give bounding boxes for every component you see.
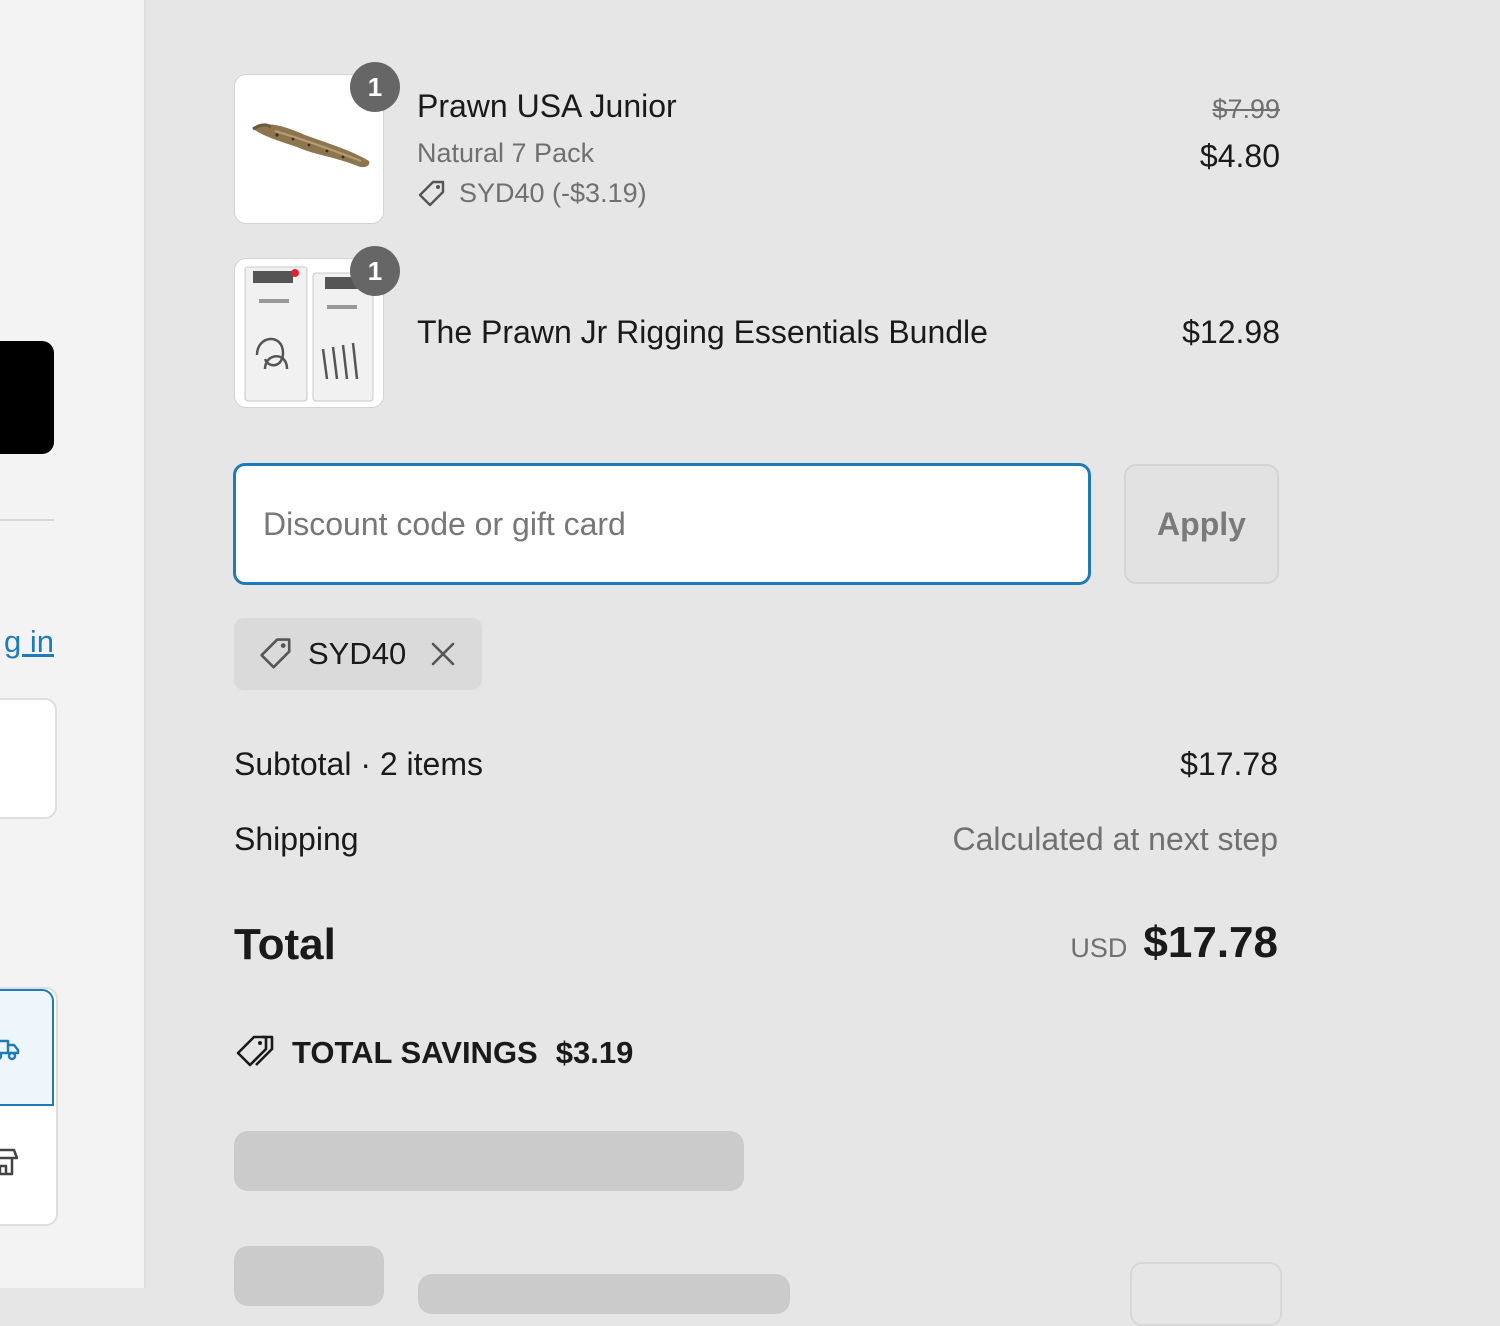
badge-icon [236, 1035, 274, 1067]
subtotal-label: Subtotal · 2 items [234, 746, 483, 782]
close-icon [431, 642, 455, 666]
loading-placeholder [234, 1246, 384, 1306]
item-price: $12.98 [1182, 314, 1280, 350]
compare-at-price: $7.99 [1212, 94, 1280, 124]
loading-placeholder [418, 1274, 790, 1314]
shipping-label: Shipping [234, 821, 359, 857]
apply-discount-button[interactable]: Apply [1124, 464, 1279, 584]
total-amount: USD $17.78 [1070, 918, 1278, 968]
quantity-badge: 1 [350, 62, 400, 112]
loading-placeholder [234, 1131, 744, 1191]
order-summary: 1 Prawn USA Junior Natural 7 Pack SYD40 … [0, 0, 1500, 1326]
shipping-value: Calculated at next step [952, 821, 1278, 857]
item-price: $4.80 [1199, 138, 1280, 174]
product-title: The Prawn Jr Rigging Essentials Bundle [417, 314, 988, 350]
item-discount-label: SYD40 (-$3.19) [459, 178, 647, 208]
subtotal-value: $17.78 [1180, 746, 1278, 782]
item-discount: SYD40 (-$3.19) [417, 178, 647, 209]
total-value: $17.78 [1143, 918, 1278, 967]
total-savings: TOTAL SAVINGS $3.19 [234, 1034, 633, 1072]
currency-code: USD [1070, 933, 1128, 963]
line-item: 1 Prawn USA Junior Natural 7 Pack SYD40 … [234, 62, 1280, 224]
total-label: Total [234, 920, 336, 969]
savings-value: $3.19 [555, 1035, 634, 1070]
product-title: Prawn USA Junior [417, 88, 677, 124]
discount-code-input[interactable] [233, 463, 1091, 585]
tag-icon [418, 180, 445, 206]
tag-icon [260, 638, 291, 669]
remove-discount-button[interactable] [430, 641, 456, 667]
line-item: 1 The Prawn Jr Rigging Essentials Bundle… [234, 246, 1280, 408]
applied-code-label: SYD40 [308, 636, 407, 671]
loading-placeholder [1130, 1262, 1282, 1326]
savings-label: TOTAL SAVINGS [292, 1035, 538, 1070]
product-variant: Natural 7 Pack [417, 138, 595, 168]
quantity-badge: 1 [350, 246, 400, 296]
applied-discount-chip: SYD40 [234, 618, 482, 690]
